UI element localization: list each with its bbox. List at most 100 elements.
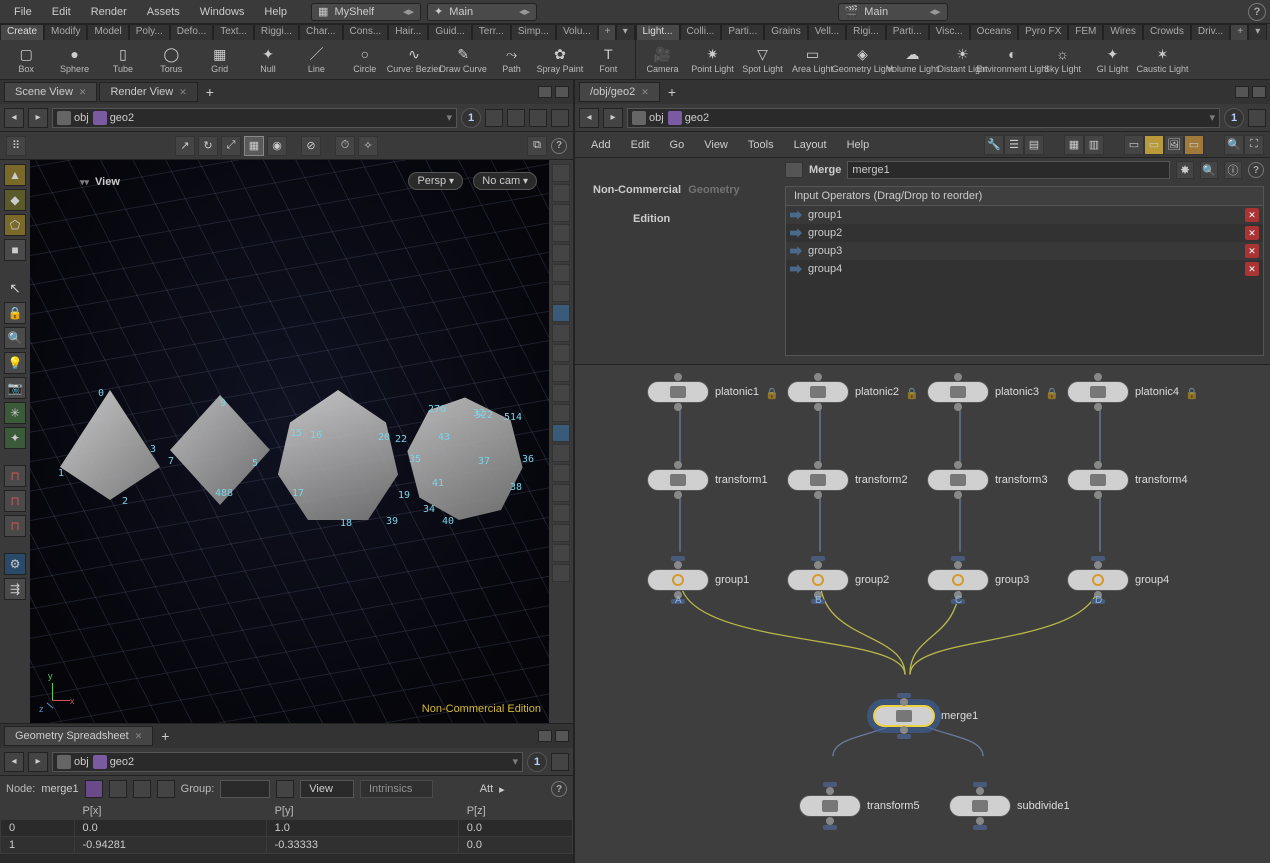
pin-badge[interactable]: 1 bbox=[1224, 108, 1244, 128]
magnet-y-icon[interactable]: ⊓ bbox=[4, 490, 26, 512]
net-menu-layout[interactable]: Layout bbox=[784, 135, 837, 155]
delete-icon[interactable]: ✕ bbox=[1245, 226, 1259, 240]
pane-max-icon[interactable] bbox=[1252, 86, 1266, 98]
shelf-tool-curve-bezier[interactable]: ∿Curve: Bezier bbox=[389, 41, 439, 79]
connector-out[interactable] bbox=[1094, 491, 1102, 499]
shelf-tab[interactable]: Volu... bbox=[556, 24, 598, 40]
grid1-icon[interactable]: ▦ bbox=[1064, 135, 1084, 155]
box-icon[interactable]: ▭ bbox=[1184, 135, 1204, 155]
node-body[interactable] bbox=[787, 469, 849, 491]
disp-ruler-icon[interactable] bbox=[552, 424, 570, 442]
flag-bottom[interactable] bbox=[897, 734, 911, 739]
tree-icon[interactable]: ☰ bbox=[1004, 135, 1024, 155]
connector-out[interactable] bbox=[814, 491, 822, 499]
axis-tool-icon[interactable]: ✦ bbox=[4, 427, 26, 449]
sel-obj-icon[interactable]: ▲ bbox=[4, 164, 26, 186]
node-body[interactable] bbox=[647, 469, 709, 491]
shelf-tab[interactable]: Char... bbox=[299, 24, 342, 40]
shelf-tab[interactable]: Riggi... bbox=[254, 24, 299, 40]
node-body[interactable] bbox=[949, 795, 1011, 817]
shelf-tool-point-light[interactable]: ✷Point Light bbox=[688, 41, 738, 79]
path-crumb-obj[interactable]: obj bbox=[632, 111, 664, 125]
shelf-tool-caustic-light[interactable]: ✶Caustic Light bbox=[1138, 41, 1188, 79]
connector-out[interactable] bbox=[674, 403, 682, 411]
shelf-tab[interactable]: Parti... bbox=[721, 24, 764, 40]
grid2-icon[interactable]: ▥ bbox=[1084, 135, 1104, 155]
net-menu-help[interactable]: Help bbox=[837, 135, 880, 155]
delete-icon[interactable]: ✕ bbox=[1245, 244, 1259, 258]
disp-ghost-icon[interactable] bbox=[552, 244, 570, 262]
input-row[interactable]: group3✕ bbox=[786, 242, 1263, 260]
close-icon[interactable]: ✕ bbox=[179, 87, 187, 98]
snap-scale-icon[interactable]: ⤢ bbox=[221, 136, 241, 156]
class-detail-icon[interactable] bbox=[157, 780, 175, 798]
delete-icon[interactable]: ✕ bbox=[1245, 208, 1259, 222]
node-body[interactable] bbox=[787, 569, 849, 591]
connector-in[interactable] bbox=[976, 787, 984, 795]
menu-file[interactable]: File bbox=[4, 2, 42, 22]
input-row[interactable]: group4✕ bbox=[786, 260, 1263, 278]
snap-move-icon[interactable]: ↗ bbox=[175, 136, 195, 156]
shelf-tool-camera[interactable]: 🎥Camera bbox=[638, 41, 688, 79]
shelf-tab[interactable]: Hair... bbox=[388, 24, 428, 40]
node-subdivide1[interactable]: subdivide1 bbox=[949, 795, 1070, 817]
connector-out[interactable] bbox=[976, 817, 984, 825]
shelf-tab[interactable]: Terr... bbox=[472, 24, 511, 40]
column-header[interactable]: P[x] bbox=[74, 803, 266, 820]
node-group3[interactable]: group3C bbox=[927, 569, 1029, 591]
disp-d-icon[interactable] bbox=[552, 384, 570, 402]
network-editor[interactable]: platonic1🔒platonic2🔒platonic3🔒platonic4🔒… bbox=[575, 365, 1270, 863]
node-body[interactable] bbox=[927, 469, 989, 491]
layout-icon[interactable]: ⧉ bbox=[527, 136, 547, 156]
disp-c-icon[interactable] bbox=[552, 364, 570, 382]
spreadsheet-table[interactable]: P[x]P[y]P[z] 00.01.00.01-0.94281-0.33333… bbox=[0, 802, 573, 863]
connector-in[interactable] bbox=[1094, 461, 1102, 469]
shelf-tab[interactable]: Guid... bbox=[428, 24, 471, 40]
disp-l-icon[interactable] bbox=[552, 564, 570, 582]
shelf-tab[interactable]: Oceans bbox=[970, 24, 1018, 40]
flow-icon[interactable]: ⇶ bbox=[4, 578, 26, 600]
pane-min-icon[interactable] bbox=[1235, 86, 1249, 98]
gear-icon[interactable]: ✸ bbox=[1176, 161, 1194, 179]
magnet-z-icon[interactable]: ⊓ bbox=[4, 515, 26, 537]
shelf-tool-area-light[interactable]: ▭Area Light bbox=[788, 41, 838, 79]
viewport-3d[interactable]: ▾▾View Persp ▾ No cam ▾ 0 1 2 3 5 7 9 15… bbox=[30, 160, 549, 723]
shelf-tab[interactable]: Model bbox=[87, 24, 128, 40]
connector-in[interactable] bbox=[674, 373, 682, 381]
lock-icon[interactable]: 🔒 bbox=[4, 302, 26, 324]
list-icon[interactable]: ▤ bbox=[1024, 135, 1044, 155]
path-crumb-obj[interactable]: obj bbox=[57, 755, 89, 769]
path-field[interactable]: obj geo2 ▾ bbox=[52, 752, 523, 772]
node-body[interactable] bbox=[799, 795, 861, 817]
pane-min-icon[interactable] bbox=[538, 730, 552, 742]
disp-eye-icon[interactable] bbox=[552, 224, 570, 242]
shelf-tab[interactable]: Cons... bbox=[343, 24, 389, 40]
shelf-tab[interactable]: Driv... bbox=[1191, 24, 1230, 40]
nav-fwd-button[interactable]: ▸ bbox=[603, 108, 623, 128]
shelf-tool-spot-light[interactable]: ▽Spot Light bbox=[738, 41, 788, 79]
gear-icon[interactable]: ⚙ bbox=[4, 553, 26, 575]
sticky-icon[interactable]: ▭ bbox=[1144, 135, 1164, 155]
shelf-tab-menu[interactable]: ▾ bbox=[616, 24, 635, 40]
disp-hq-icon[interactable] bbox=[552, 304, 570, 322]
wrench-icon[interactable]: 🔧 bbox=[984, 135, 1004, 155]
node-body[interactable] bbox=[927, 381, 989, 403]
shelf-tab-menu[interactable]: ▾ bbox=[1248, 24, 1267, 40]
connector-in[interactable] bbox=[1094, 561, 1102, 569]
node-transform2[interactable]: transform2 bbox=[787, 469, 908, 491]
connector-in[interactable] bbox=[674, 461, 682, 469]
pane-max-icon[interactable] bbox=[555, 86, 569, 98]
shelf-tab[interactable]: Visc... bbox=[929, 24, 970, 40]
connector-in[interactable] bbox=[674, 561, 682, 569]
shelf-tab[interactable]: Poly... bbox=[129, 24, 170, 40]
shelf-tool-circle[interactable]: ○Circle bbox=[341, 41, 389, 79]
shelf-tab-add[interactable]: + bbox=[1230, 24, 1248, 40]
connector-out[interactable] bbox=[814, 403, 822, 411]
help-icon[interactable]: ? bbox=[551, 138, 567, 154]
shelf-selector-right[interactable]: ✦ Main◂▸ bbox=[427, 3, 537, 21]
shelf-tab[interactable]: Colli... bbox=[680, 24, 722, 40]
nav-back-button[interactable]: ◂ bbox=[4, 752, 24, 772]
disp-k-icon[interactable] bbox=[552, 544, 570, 562]
shelf-tool-path[interactable]: ⤳Path bbox=[487, 41, 535, 79]
path-field[interactable]: obj geo2 ▾ bbox=[52, 108, 457, 128]
